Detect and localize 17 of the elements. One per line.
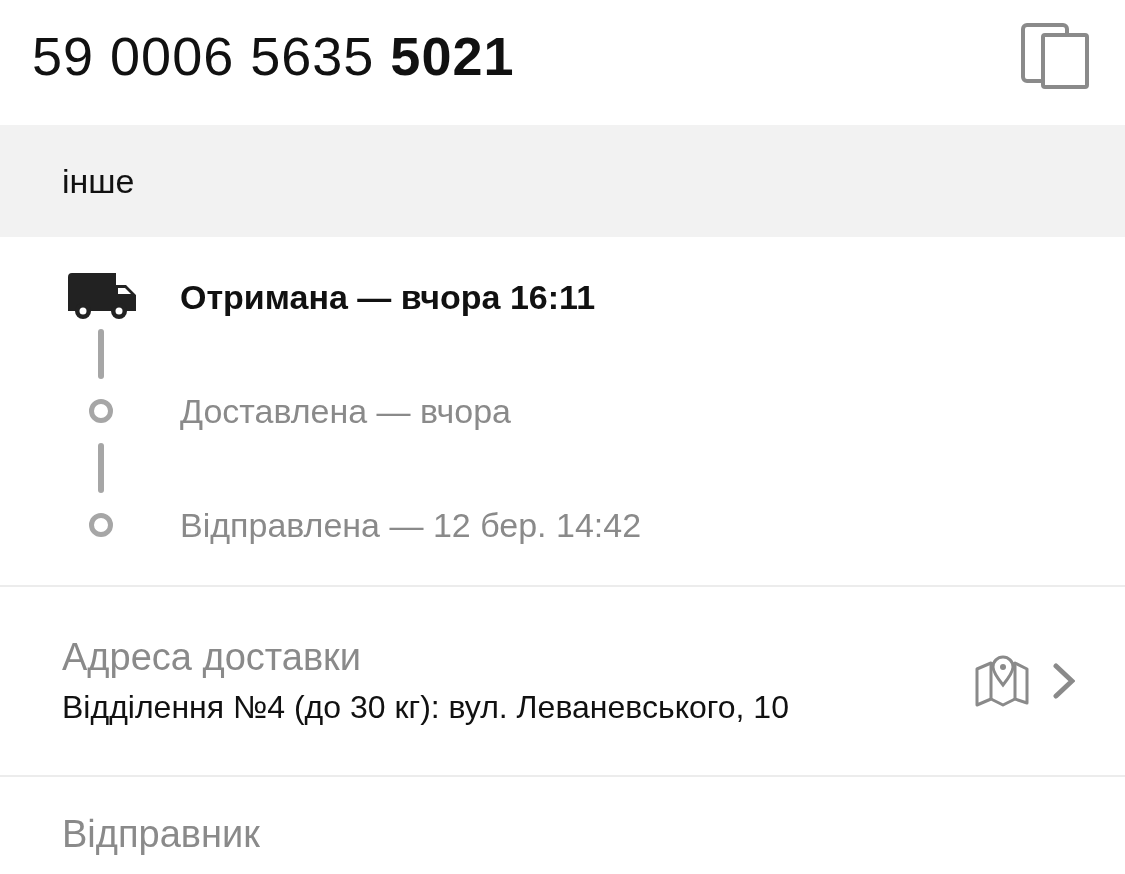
timeline-dot-icon: [88, 512, 114, 538]
timeline-dot-icon: [88, 398, 114, 424]
delivery-address-row[interactable]: Адреса доставки Відділення №4 (до 30 кг): вул. Леваневського, 10: [0, 587, 1125, 777]
truck-icon: [68, 273, 136, 321]
tracking-number: 59 0006 5635 5021: [32, 24, 515, 87]
category-label: інше: [62, 161, 135, 201]
section-label: Відправник: [62, 813, 260, 855]
map-pin-icon[interactable]: [975, 655, 1029, 707]
status-text: Доставлена — вчора: [180, 391, 511, 431]
copy-icon[interactable]: [1021, 22, 1089, 89]
status-text: Відправлена — 12 бер. 14:42: [180, 505, 642, 545]
address-text: Відділення №4 (до 30 кг): вул. Леваневського, 10: [62, 689, 790, 726]
section-label: Адреса доставки: [62, 636, 362, 679]
chevron-right-icon[interactable]: [1053, 663, 1075, 699]
timeline-connector: [98, 329, 104, 379]
timeline-connector: [98, 443, 104, 493]
status-text: Отримана — вчора 16:11: [180, 277, 596, 317]
